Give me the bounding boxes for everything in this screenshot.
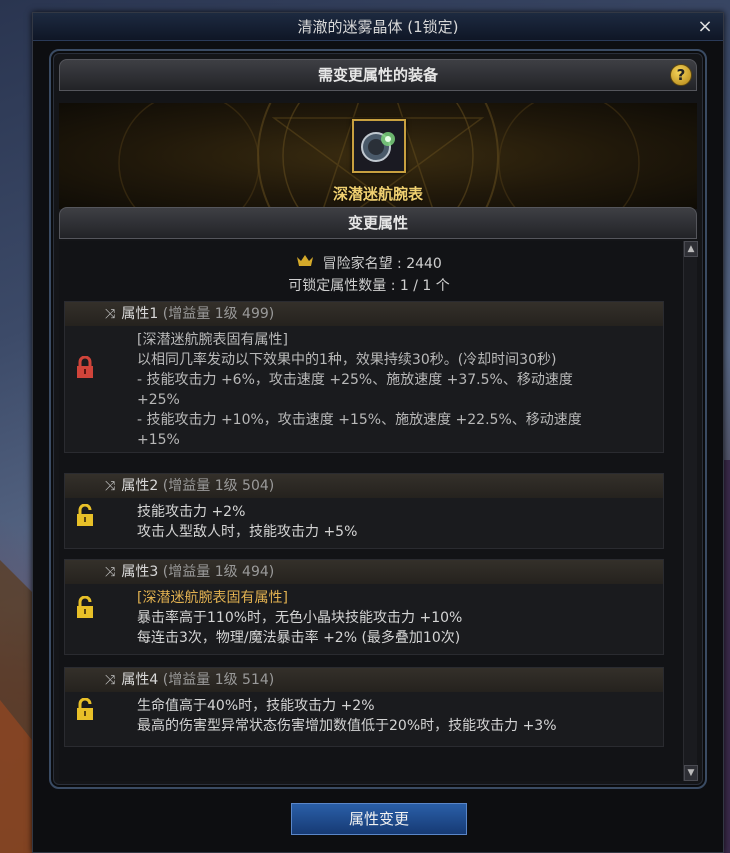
scroll-down-icon[interactable]: ▼ <box>684 765 698 781</box>
attribute-line: 最高的伤害型异常状态伤害增加数值低于20%时，技能攻击力 +3% <box>137 718 557 734</box>
lock-open-icon[interactable] <box>75 595 95 624</box>
attribute-lines-2: 技能攻击力 +2% 攻击人型敌人时，技能攻击力 +5% <box>137 502 649 542</box>
attribute-lines-3: [深潜迷航腕表固有属性] 暴击率高于110%时，无色小晶块技能攻击力 +10% … <box>137 588 649 648</box>
equipment-display: 深潜迷航腕表 <box>59 103 697 209</box>
attribute-item-4: ⤨ 属性4 (增益量 1级 514) 生命值高于40%时，技能攻击力 +2% 最高… <box>64 667 664 747</box>
lock-closed-icon[interactable] <box>75 355 95 384</box>
attribute-title-2: 属性2 <box>121 478 159 494</box>
attribute-line: 技能攻击力 +2% <box>137 504 246 520</box>
lockable-count-label: 可锁定属性数量 : 1 / 1 个 <box>288 278 450 294</box>
attribute-meta-4: (增益量 1级 514) <box>162 672 275 688</box>
shuffle-icon: ⤨ <box>105 479 116 494</box>
attribute-item-1: ⤨ 属性1 (增益量 1级 499) [深潜迷航腕表固有属性] 以相同几率发动以下… <box>64 301 664 453</box>
attribute-title-3: 属性3 <box>121 564 159 580</box>
attribute-item-2: ⤨ 属性2 (增益量 1级 504) 技能攻击力 +2% 攻击人型敌人时，技能攻击… <box>64 473 664 549</box>
attribute-meta-2: (增益量 1级 504) <box>162 478 275 494</box>
change-section-title: 变更属性 <box>347 214 408 232</box>
attribute-line: 每连击3次，物理/魔法暴击率 +2% (最多叠加10次) <box>137 630 461 646</box>
attribute-line: 以相同几率发动以下效果中的1种，效果持续30秒。(冷却时间30秒) <box>137 352 557 368</box>
wristwatch-item-icon <box>354 121 404 171</box>
help-icon[interactable]: ? <box>670 64 692 86</box>
equipment-slot[interactable] <box>352 119 406 173</box>
fame-label: 冒险家名望 : 2440 <box>322 256 442 272</box>
window-titlebar[interactable]: 清澈的迷雾晶体 (1锁定) × <box>33 13 723 41</box>
attribute-list-panel[interactable]: 冒险家名望 : 2440 可锁定属性数量 : 1 / 1 个 ⤨ 属性1 (增益量… <box>59 241 698 781</box>
attribute-lines-4: 生命值高于40%时，技能攻击力 +2% 最高的伤害型异常状态伤害增加数值低于20… <box>137 696 649 736</box>
attribute-header-2: ⤨ 属性2 (增益量 1级 504) <box>65 474 663 498</box>
attribute-line: 暴击率高于110%时，无色小晶块技能攻击力 +10% <box>137 610 463 626</box>
attribute-header-3: ⤨ 属性3 (增益量 1级 494) <box>65 560 663 584</box>
attribute-line: - 技能攻击力 +6%，攻击速度 +25%、施放速度 +37.5%、移动速度 <box>137 372 573 388</box>
attribute-line: [深潜迷航腕表固有属性] <box>137 590 288 606</box>
attribute-header-1: ⤨ 属性1 (增益量 1级 499) <box>65 302 663 326</box>
equipment-section-title: 需变更属性的装备 <box>317 66 438 84</box>
attribute-item-3: ⤨ 属性3 (增益量 1级 494) [深潜迷航腕表固有属性] 暴击率高于110%… <box>64 559 664 655</box>
scroll-up-icon[interactable]: ▲ <box>684 241 698 257</box>
attribute-meta-1: (增益量 1级 499) <box>162 306 275 322</box>
attribute-meta-3: (增益量 1级 494) <box>162 564 275 580</box>
attribute-line: 生命值高于40%时，技能攻击力 +2% <box>137 698 375 714</box>
change-section-header: 变更属性 <box>59 207 697 239</box>
main-frame: 需变更属性的装备 ? 深潜迷航腕表 变更属性 冒险家名望: 2440 可锁定属… <box>49 49 707 789</box>
attribute-change-window: 清澈的迷雾晶体 (1锁定) × 需变更属性的装备 ? 深潜迷航腕表 变更属性 冒… <box>32 12 724 853</box>
attribute-title-4: 属性4 <box>121 672 159 688</box>
attribute-lines-1: [深潜迷航腕表固有属性] 以相同几率发动以下效果中的1种，效果持续30秒。(冷却… <box>137 330 649 450</box>
scrollbar[interactable]: ▲ ▼ <box>683 241 698 781</box>
attribute-line: +15% <box>137 432 180 448</box>
attribute-line: - 技能攻击力 +10%，攻击速度 +15%、施放速度 +22.5%、移动速度 <box>137 412 582 428</box>
shuffle-icon: ⤨ <box>105 307 116 322</box>
lock-open-icon[interactable] <box>75 503 95 532</box>
shuffle-icon: ⤨ <box>105 565 116 580</box>
attribute-title-1: 属性1 <box>121 306 159 322</box>
lock-open-icon[interactable] <box>75 697 95 726</box>
equipment-section-header: 需变更属性的装备 ? <box>59 59 697 91</box>
fame-icon <box>296 255 318 272</box>
attribute-line: 攻击人型敌人时，技能攻击力 +5% <box>137 524 358 540</box>
fame-row: 冒险家名望 : 2440 <box>59 253 679 273</box>
window-title: 清澈的迷雾晶体 (1锁定) <box>297 18 459 36</box>
lockable-count-row: 可锁定属性数量 : 1 / 1 个 <box>59 275 679 295</box>
shuffle-icon: ⤨ <box>105 673 116 688</box>
attribute-header-4: ⤨ 属性4 (增益量 1级 514) <box>65 668 663 692</box>
attribute-line: +25% <box>137 392 180 408</box>
attribute-change-button[interactable]: 属性变更 <box>291 803 467 835</box>
equipment-name: 深潜迷航腕表 <box>332 185 423 203</box>
close-icon[interactable]: × <box>695 13 715 41</box>
attribute-line: [深潜迷航腕表固有属性] <box>137 332 288 348</box>
